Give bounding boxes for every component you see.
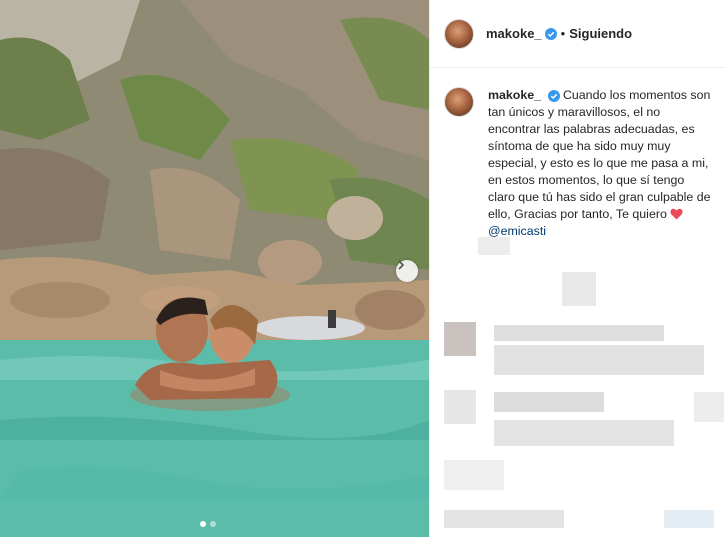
- carousel-dot-2[interactable]: [210, 521, 216, 527]
- heart-icon: [670, 208, 683, 220]
- caption-username-link[interactable]: makoke_: [488, 88, 541, 102]
- blurred-block: [444, 322, 476, 356]
- carousel-dot-1[interactable]: [200, 521, 206, 527]
- blurred-block: [664, 510, 714, 528]
- post-header: makoke_ • Siguiendo: [430, 0, 725, 68]
- blurred-block: [494, 392, 604, 412]
- caption-body: makoke_ Cuando los momentos son tan únic…: [488, 87, 714, 240]
- blurred-block: [562, 272, 596, 306]
- caption-text: Cuando los momentos son tan únicos y mar…: [488, 88, 711, 221]
- blurred-block: [478, 237, 510, 255]
- blurred-block: [494, 345, 704, 375]
- post-photo[interactable]: [0, 0, 429, 537]
- chevron-right-icon: [398, 260, 405, 270]
- blurred-block: [444, 460, 504, 490]
- blurred-block: [494, 420, 674, 446]
- following-button[interactable]: Siguiendo: [569, 26, 632, 41]
- caption-comment: makoke_ Cuando los momentos son tan únic…: [444, 87, 714, 240]
- username-link[interactable]: makoke_: [486, 26, 542, 41]
- post-side-panel: makoke_ • Siguiendo makoke_ Cuando los m…: [429, 0, 725, 537]
- caption-avatar[interactable]: [444, 87, 474, 117]
- mention-link[interactable]: @emicasti: [488, 224, 546, 238]
- verified-badge-icon: [547, 89, 560, 102]
- avatar[interactable]: [444, 18, 474, 49]
- header-separator: •: [560, 26, 566, 41]
- carousel-dots: [200, 521, 216, 527]
- blurred-block: [694, 392, 724, 422]
- blurred-block: [444, 390, 476, 424]
- verified-badge-icon: [544, 27, 557, 40]
- blurred-block: [494, 325, 664, 341]
- carousel-next-button[interactable]: [396, 260, 418, 282]
- blurred-block: [444, 510, 564, 528]
- photo-scene: [0, 0, 429, 537]
